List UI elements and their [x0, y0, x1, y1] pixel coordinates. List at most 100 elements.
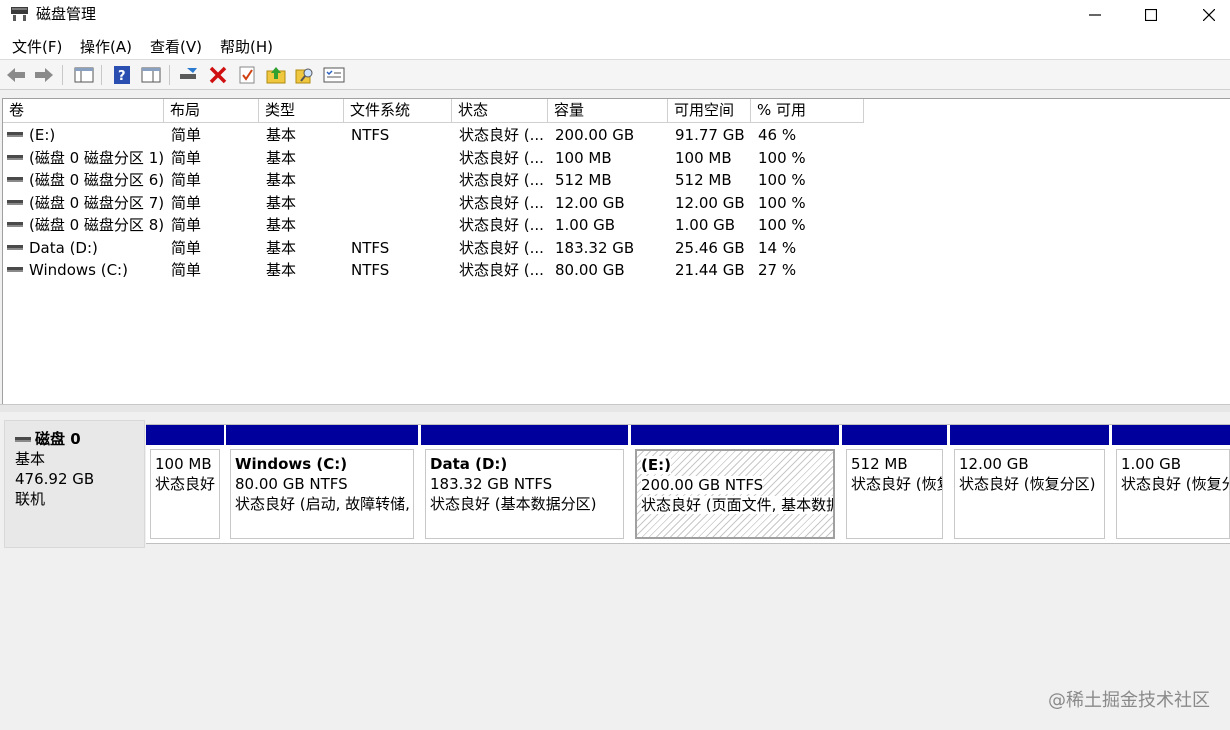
cell-filesystem: NTFS: [351, 261, 390, 279]
partition-title: Windows (C:): [235, 455, 348, 473]
cell-percent-free: 27 %: [758, 261, 797, 279]
partition-body: Data (D:) 183.32 GB NTFS 状态良好 (基本数据分区): [425, 449, 624, 539]
cell-layout: 简单: [171, 126, 202, 144]
drive-icon: [7, 177, 23, 182]
forward-arrow-icon[interactable]: [33, 64, 55, 86]
partition-1[interactable]: 100 MB 状态良好: [146, 425, 224, 543]
drive-icon: [7, 199, 23, 205]
partition-bar: [950, 425, 1109, 445]
window-title: 磁盘管理: [36, 5, 97, 23]
back-arrow-icon[interactable]: [5, 64, 27, 86]
properties-icon[interactable]: [323, 64, 345, 86]
cell-percent-free: 100 %: [758, 216, 806, 234]
cell-type: 基本: [266, 171, 297, 189]
partition-status: 状态良好 (恢复分区): [1121, 475, 1229, 493]
menu-help[interactable]: 帮助(H): [220, 36, 273, 57]
partition-bar: [842, 425, 947, 445]
toolbar-separator: [101, 65, 102, 85]
partition-8[interactable]: 1.00 GB 状态良好 (恢复分区): [1112, 425, 1230, 543]
cell-filesystem: [351, 169, 451, 191]
minimize-button[interactable]: [1066, 0, 1124, 30]
console-tree-icon[interactable]: [73, 64, 95, 86]
column-header-status[interactable]: 状态: [452, 99, 548, 123]
partition-body-selected: (E:) 200.00 GB NTFS 状态良好 (页面文件, 基本数据分区): [635, 449, 835, 539]
check-icon[interactable]: [236, 64, 258, 86]
column-header-percent-free[interactable]: % 可用: [751, 99, 864, 123]
cell-capacity: 200.00 GB: [555, 126, 635, 144]
cell-percent-free: 100 %: [758, 148, 806, 167]
partition-title: (E:): [641, 456, 671, 474]
partition-body: 512 MB 状态良好 (恢复分区): [846, 449, 943, 539]
search-folder-icon[interactable]: [294, 64, 316, 86]
partition-status: 状态良好 (恢复分区): [959, 475, 1096, 493]
cell-status: 状态良好 (...: [459, 171, 544, 189]
menu-view[interactable]: 查看(V): [150, 36, 202, 57]
cell-filesystem: [351, 192, 451, 214]
cell-status: 状态良好 (...: [459, 216, 544, 234]
column-header-type[interactable]: 类型: [259, 99, 344, 123]
title-bar: 磁盘管理: [0, 0, 1230, 30]
menu-file[interactable]: 文件(F): [12, 36, 62, 57]
table-row[interactable]: Data (D:) 简单 基本 NTFS 状态良好 (... 183.32 GB 25.46…: [3, 237, 1229, 259]
table-row[interactable]: (磁盘 0 磁盘分区 7) 简单 基本 状态良好 (... 12.00 GB 12.00 …: [3, 192, 1229, 214]
column-header-capacity[interactable]: 容量: [548, 99, 668, 123]
help-icon[interactable]: ?: [111, 64, 133, 86]
drive-icon: [7, 222, 23, 227]
close-button[interactable]: [1180, 0, 1230, 30]
disk-graphic-pane: 磁盘 0 基本 476.92 GB 联机 100 MB 状态良好 Windows…: [0, 412, 1230, 730]
table-row[interactable]: (磁盘 0 磁盘分区 6) 简单 基本 状态良好 (... 512 MB 512 MB 10…: [3, 169, 1229, 191]
disk-management-icon: [10, 6, 29, 22]
column-header-layout[interactable]: 布局: [164, 99, 259, 123]
cell-layout: 简单: [171, 193, 202, 212]
svg-text:?: ?: [118, 69, 126, 84]
column-header-filesystem[interactable]: 文件系统: [344, 99, 452, 123]
column-header-free-space[interactable]: 可用空间: [668, 99, 751, 123]
cell-status: 状态良好 (...: [459, 148, 544, 167]
menu-action[interactable]: 操作(A): [80, 36, 132, 57]
cell-volume: (磁盘 0 磁盘分区 8): [29, 216, 163, 234]
pane-splitter[interactable]: [0, 404, 1230, 412]
disk-icon: [15, 436, 31, 442]
cell-filesystem: [351, 214, 451, 236]
drive-icon: [7, 132, 23, 137]
partition-7[interactable]: 12.00 GB 状态良好 (恢复分区): [950, 425, 1109, 543]
column-header-volume[interactable]: 卷: [3, 99, 164, 123]
properties-pane-icon[interactable]: [140, 64, 162, 86]
cell-volume: (磁盘 0 磁盘分区 6): [29, 171, 163, 189]
disk-0-label[interactable]: 磁盘 0 基本 476.92 GB 联机: [4, 420, 145, 548]
cell-status: 状态良好 (...: [459, 238, 544, 257]
table-row[interactable]: (E:) 简单 基本 NTFS 状态良好 (... 200.00 GB 91.77 GB 46…: [3, 124, 1229, 146]
table-row[interactable]: (磁盘 0 磁盘分区 1) 简单 基本 状态良好 (... 100 MB 100 MB 10…: [3, 147, 1229, 169]
cell-free-space: 512 MB: [675, 171, 732, 189]
table-row[interactable]: Windows (C:) 简单 基本 NTFS 状态良好 (... 80.00 GB 21.…: [3, 259, 1229, 281]
partition-size: 512 MB: [851, 455, 908, 473]
partition-bar: [421, 425, 628, 445]
partition-6[interactable]: 512 MB 状态良好 (恢复分区): [842, 425, 947, 543]
partition-status: 状态良好 (页面文件, 基本数据分区): [641, 496, 833, 514]
table-row[interactable]: (磁盘 0 磁盘分区 8) 简单 基本 状态良好 (... 1.00 GB 1.00 GB…: [3, 214, 1229, 236]
connect-drive-icon[interactable]: [178, 64, 200, 86]
maximize-button[interactable]: [1122, 0, 1180, 30]
cell-percent-free: 100 %: [758, 171, 806, 189]
cell-capacity: 80.00 GB: [555, 261, 625, 279]
disk-state: 联机: [15, 490, 46, 508]
cell-layout: 简单: [171, 171, 202, 189]
partition-bar: [631, 425, 839, 445]
up-folder-icon[interactable]: [265, 64, 287, 86]
partition-size: 200.00 GB NTFS: [641, 476, 764, 494]
partition-windows-c[interactable]: Windows (C:) 80.00 GB NTFS 状态良好 (启动, 故障转…: [226, 425, 418, 543]
drive-icon: [7, 244, 23, 250]
cell-percent-free: 14 %: [758, 238, 797, 257]
disk-size: 476.92 GB: [15, 470, 95, 488]
cell-capacity: 512 MB: [555, 171, 612, 189]
cell-status: 状态良好 (...: [459, 261, 544, 279]
partition-size: 183.32 GB NTFS: [430, 475, 553, 493]
partition-e[interactable]: (E:) 200.00 GB NTFS 状态良好 (页面文件, 基本数据分区): [631, 425, 839, 543]
cell-layout: 简单: [171, 216, 202, 234]
cell-capacity: 100 MB: [555, 148, 612, 167]
partition-status: 状态良好 (基本数据分区): [430, 495, 597, 513]
partition-title: Data (D:): [430, 455, 508, 473]
partition-data-d[interactable]: Data (D:) 183.32 GB NTFS 状态良好 (基本数据分区): [421, 425, 628, 543]
delete-icon[interactable]: [207, 64, 229, 86]
partition-status: 状态良好 (启动, 故障转储, 基本数据分区): [235, 495, 413, 513]
